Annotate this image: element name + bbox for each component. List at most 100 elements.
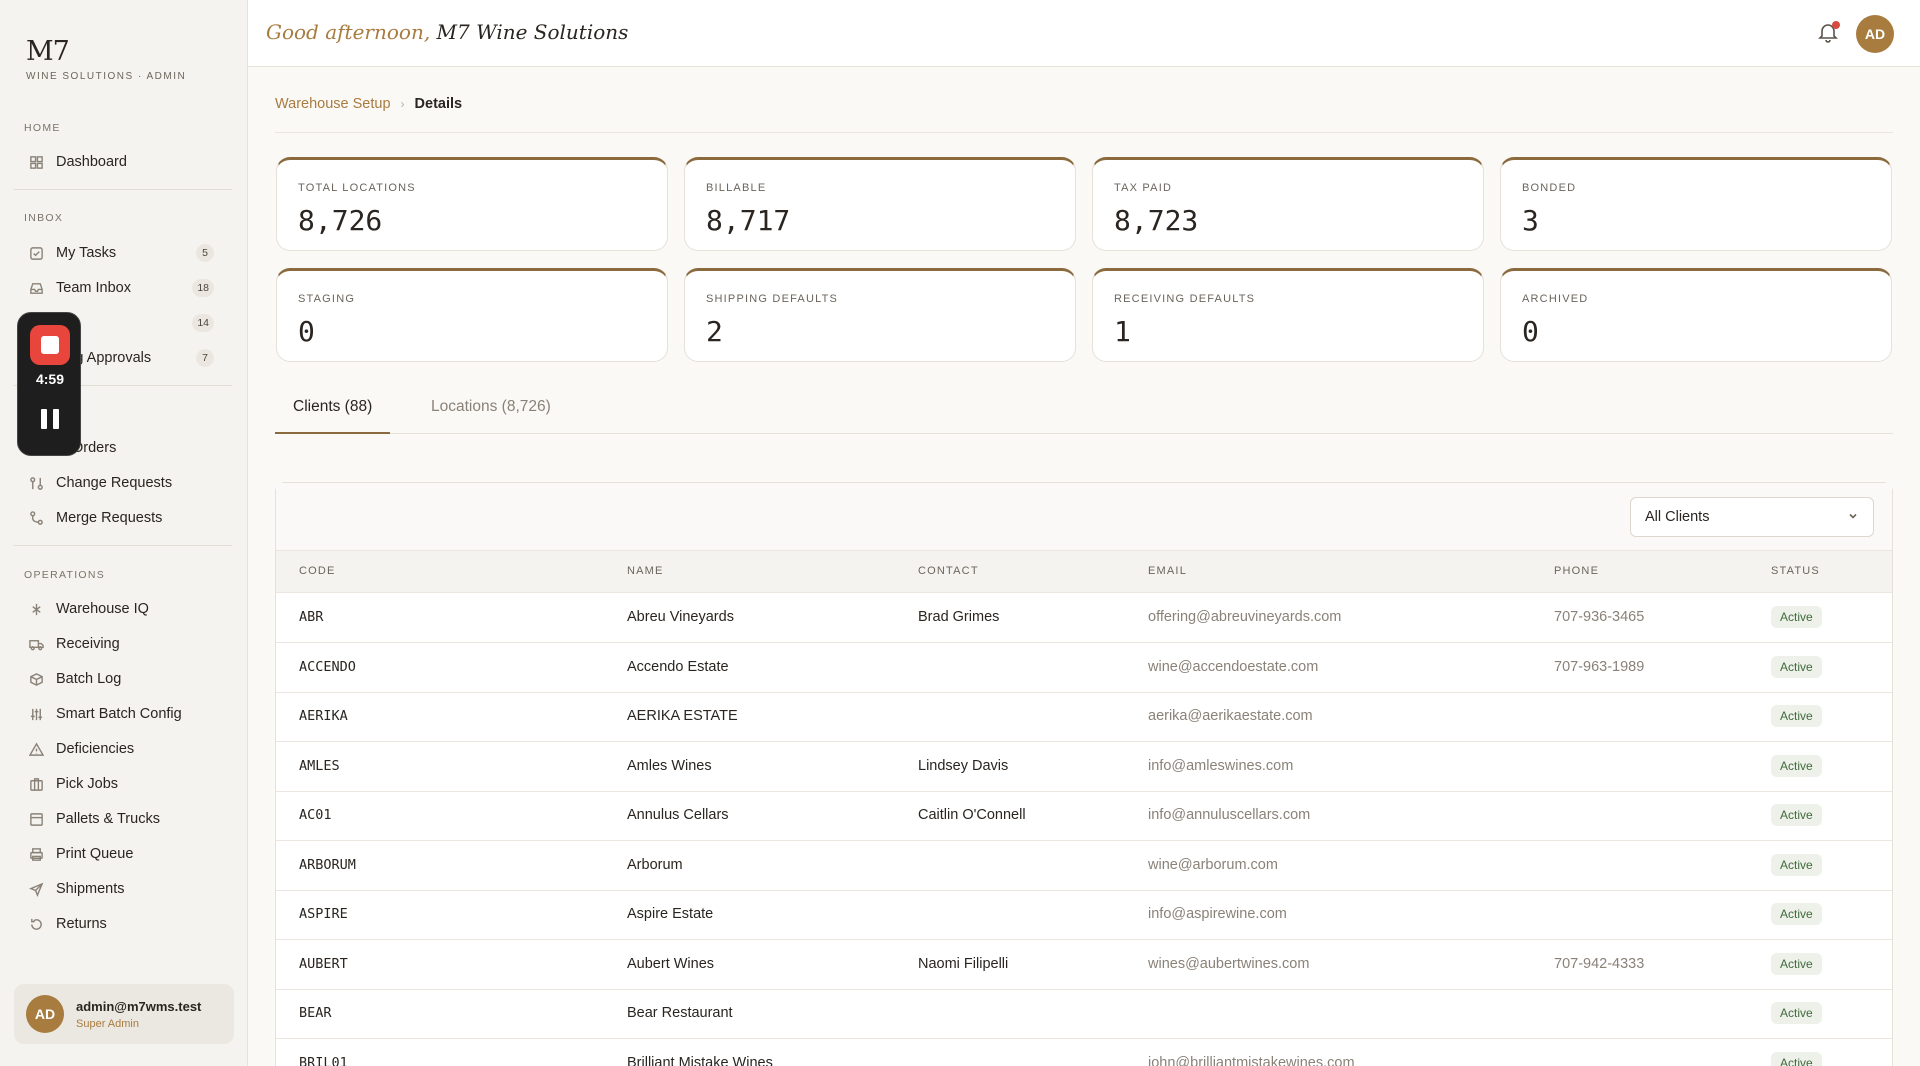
stop-recording-button[interactable] (30, 325, 70, 365)
sidebar-item-label: Merge Requests (56, 510, 163, 526)
divider (275, 132, 1893, 133)
notifications-button[interactable] (1816, 20, 1842, 46)
sidebar-item-returns[interactable]: Returns (14, 908, 224, 940)
avatar: AD (26, 995, 64, 1033)
sidebar-item-deficiencies[interactable]: Deficiencies (14, 733, 224, 765)
pause-recording-button[interactable] (41, 409, 59, 429)
cell-email: wine@accendoestate.com (1148, 658, 1319, 675)
stat-card-receiving-defaults: RECEIVING DEFAULTS 1 (1092, 268, 1484, 362)
tab-locations[interactable]: Locations (8,726) (413, 392, 569, 434)
tab-clients[interactable]: Clients (88) (275, 392, 391, 434)
column-header[interactable]: EMAIL (1148, 565, 1187, 577)
section-operations: OPERATIONS (24, 569, 106, 581)
cell-contact: Naomi Filipelli (918, 955, 1009, 972)
greeting-salutation: Good afternoon, (266, 20, 431, 44)
cell-phone: 707-942-4333 (1554, 955, 1645, 972)
count-badge: 5 (196, 244, 214, 262)
cell-code: BRIL01 (299, 1054, 348, 1066)
table-row[interactable]: AUBERT Aubert Wines Naomi Filipelli wines@a… (276, 940, 1892, 990)
column-header[interactable]: STATUS (1771, 565, 1820, 577)
stat-card-archived: ARCHIVED 0 (1500, 268, 1892, 362)
stat-card-bonded: BONDED 3 (1500, 157, 1892, 251)
count-badge: 7 (196, 349, 214, 367)
column-header[interactable]: NAME (627, 565, 664, 577)
table-row[interactable]: ASPIRE Aspire Estate info@aspirewine.com Ac… (276, 890, 1892, 940)
column-header[interactable]: CODE (299, 565, 336, 577)
user-role: Super Admin (76, 1017, 139, 1030)
sidebar-item-label: Pick Jobs (56, 776, 119, 792)
table-row[interactable]: BRIL01 Brilliant Mistake Wines john@brilli… (276, 1039, 1892, 1066)
sidebar-item-label: Batch Log (56, 671, 122, 687)
printer-icon (28, 846, 44, 862)
sidebar-item-pick-jobs[interactable]: Pick Jobs (14, 768, 224, 800)
change-icon (28, 475, 44, 491)
sidebar-item-pallets-trucks[interactable]: Pallets & Trucks (14, 803, 224, 835)
stat-label: BILLABLE (706, 182, 767, 194)
sidebar-item-change-requests[interactable]: Change Requests (14, 467, 224, 499)
logo[interactable]: M7 WINE SOLUTIONS · ADMIN (26, 36, 186, 82)
top-header: Good afternoon, M7 Wine Solutions AD (248, 0, 1920, 67)
table-row[interactable]: ABR Abreu Vineyards Brad Grimes offering@ab… (276, 593, 1892, 643)
cell-phone: 707-936-3465 (1554, 609, 1645, 625)
cell-code: AERIKA (299, 708, 348, 724)
sidebar-item-team-inbox[interactable]: Team Inbox 18 (14, 272, 224, 304)
clients-table: All Clients CODE NAME CONTACT EMAIL PHON… (275, 482, 1893, 1066)
table-row[interactable]: ARBORUM Arborum wine@arborum.com Active (276, 841, 1892, 891)
sidebar-item-label: Team Inbox (56, 280, 131, 296)
client-filter-select[interactable]: All Clients (1630, 497, 1874, 537)
sidebar-item-label: Returns (56, 916, 107, 932)
status-badge: Active (1771, 903, 1822, 925)
bell-icon (1816, 24, 1840, 48)
cell-code: ACCENDO (299, 658, 356, 675)
sidebar-item-warehouse-iq[interactable]: Warehouse IQ (14, 593, 224, 625)
column-header[interactable]: CONTACT (918, 565, 979, 577)
sidebar-item-dashboard[interactable]: Dashboard (14, 146, 224, 178)
cell-code: BEAR (299, 1005, 332, 1021)
stat-value: 1 (1114, 315, 1131, 348)
sidebar-item-batch-log[interactable]: Batch Log (14, 663, 224, 695)
table-row[interactable]: AMLES Amles Wines Lindsey Davis info@amlesw… (276, 742, 1892, 792)
table-row[interactable]: AERIKA AERIKA ESTATE aerika@aerikaestate.c… (276, 692, 1892, 742)
cell-email: info@annuluscellars.com (1148, 807, 1311, 823)
sidebar-item-my-tasks[interactable]: My Tasks 5 (14, 237, 224, 269)
table-row[interactable]: BEAR Bear Restaurant Active (276, 989, 1892, 1039)
cell-name: Arborum (627, 856, 683, 873)
cell-name: Annulus Cellars (627, 807, 729, 823)
cell-name: Aubert Wines (627, 955, 715, 972)
sidebar: M7 WINE SOLUTIONS · ADMIN HOME Dashboard… (0, 0, 248, 1066)
sidebar-item-merge-requests[interactable]: Merge Requests (14, 502, 224, 534)
breadcrumb-link-warehouse-setup[interactable]: Warehouse Setup (275, 96, 391, 112)
user-card[interactable]: AD admin@m7wms.test Super Admin (14, 984, 234, 1044)
sidebar-item-shipments[interactable]: Shipments (14, 873, 224, 905)
status-badge: Active (1771, 1002, 1822, 1024)
cell-code: AUBERT (299, 955, 348, 972)
table-row[interactable]: AC01 Annulus Cellars Caitlin O'Connell info… (276, 791, 1892, 841)
cell-email: wine@arborum.com (1148, 856, 1278, 873)
brain-icon (28, 601, 44, 617)
pause-icon (53, 409, 59, 429)
status-badge: Active (1771, 705, 1822, 727)
screen-recorder-widget: 4:59 (17, 312, 81, 456)
sidebar-item-label: My Tasks (56, 245, 117, 261)
status-badge: Active (1771, 606, 1822, 628)
stat-card-tax-paid: TAX PAID 8,723 (1092, 157, 1484, 251)
stat-label: TAX PAID (1114, 182, 1173, 194)
cell-email: info@amleswines.com (1148, 757, 1294, 774)
chevron-right-icon: › (400, 97, 405, 111)
column-header[interactable]: PHONE (1554, 565, 1599, 577)
table-toolbar: All Clients (276, 483, 1892, 551)
pallet-icon (28, 811, 44, 827)
greeting: Good afternoon, M7 Wine Solutions (266, 20, 628, 44)
stat-value: 8,726 (298, 204, 383, 237)
section-home: HOME (24, 122, 61, 134)
sidebar-item-label: Change Requests (56, 475, 173, 491)
cell-code: AMLES (299, 757, 340, 774)
sidebar-item-print-queue[interactable]: Print Queue (14, 838, 224, 870)
stat-label: STAGING (298, 293, 356, 305)
header-avatar[interactable]: AD (1856, 15, 1894, 53)
sidebar-item-receiving[interactable]: Receiving (14, 628, 224, 660)
sidebar-item-smart-batch-config[interactable]: Smart Batch Config (14, 698, 224, 730)
table-row[interactable]: ACCENDO Accendo Estate wine@accendoestate.… (276, 643, 1892, 693)
select-value: All Clients (1645, 509, 1710, 525)
stat-value: 0 (1522, 315, 1539, 348)
